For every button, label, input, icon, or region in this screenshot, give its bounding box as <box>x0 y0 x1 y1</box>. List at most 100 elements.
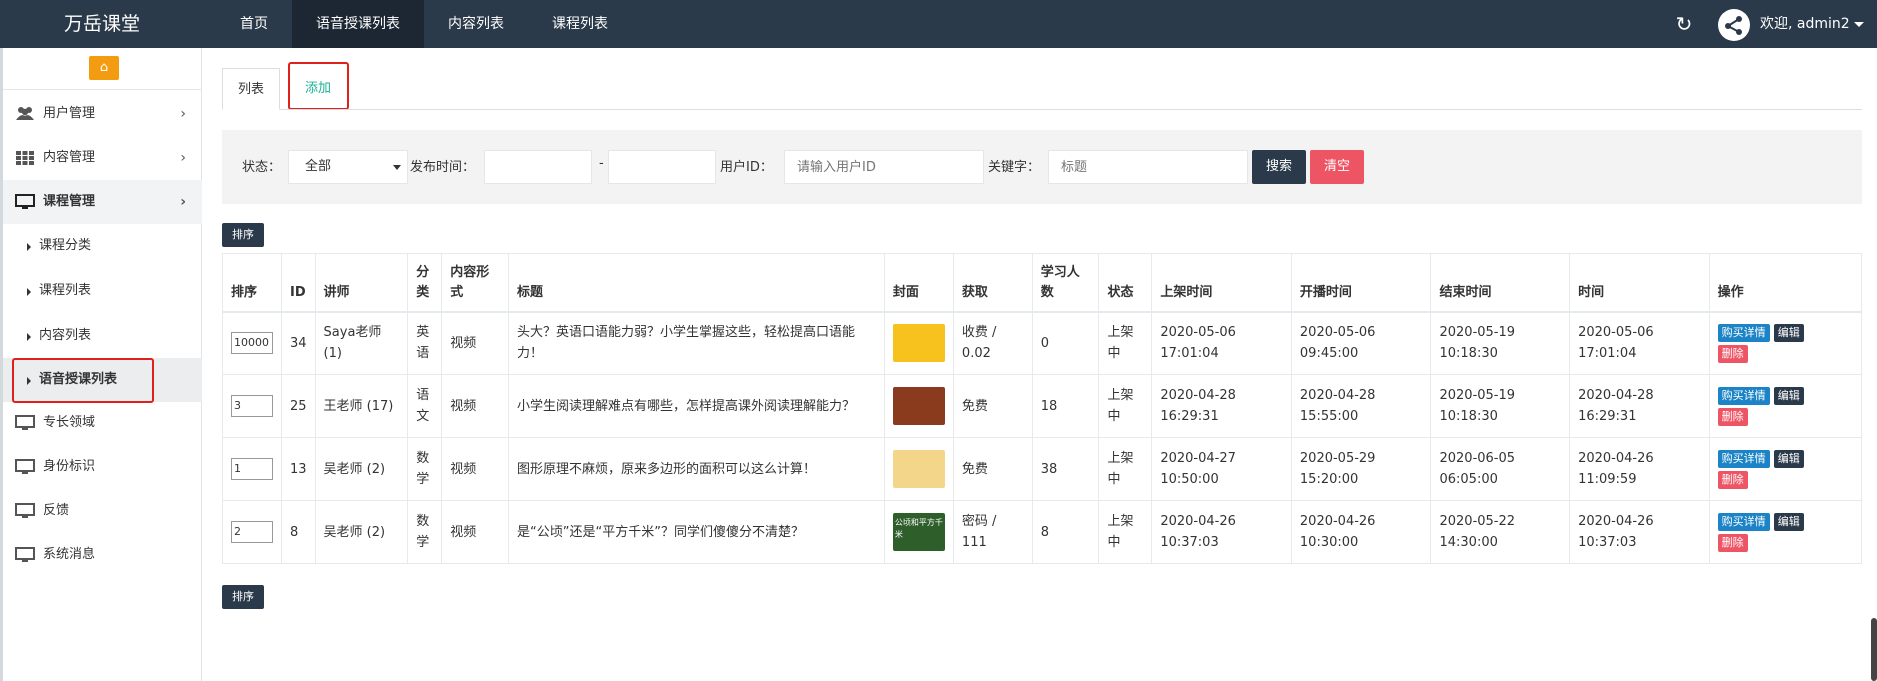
delete-button[interactable]: 删除 <box>1717 408 1748 426</box>
sidebar-subitem-label: 内容列表 <box>39 328 92 343</box>
date-separator: - <box>599 156 604 171</box>
cell-listed: 2020-04-28 16:29:31 <box>1151 374 1292 438</box>
top-navbar: 万岳课堂 首页 语音授课列表 内容列表 课程列表 ↻ 欢迎, admin2 <box>0 0 1877 48</box>
caret-right-icon <box>27 333 31 341</box>
purchase-detail-button[interactable]: 购买详情 <box>1717 387 1770 405</box>
edit-button[interactable]: 编辑 <box>1773 324 1804 343</box>
sidebar-item-label: 内容管理 <box>43 150 96 165</box>
welcome-text: 欢迎, admin2 <box>1760 16 1850 32</box>
delete-button[interactable]: 删除 <box>1717 534 1748 552</box>
edit-button[interactable]: 编辑 <box>1773 513 1804 531</box>
divider <box>3 89 202 90</box>
end-date-input[interactable] <box>608 150 716 184</box>
sort-order-input[interactable]: 10000 <box>231 332 273 355</box>
cell-status: 上架中 <box>1098 437 1153 501</box>
sidebar-subitem-content-list[interactable]: 内容列表 <box>3 314 202 358</box>
cell-end: 2020-05-19 10:18:30 <box>1430 311 1571 375</box>
tab-list[interactable]: 列表 <box>222 68 281 110</box>
user-id-input[interactable] <box>784 150 984 184</box>
filter-bar: 状态： 全部 发布时间： - 用户ID： 关键字： 搜索 清空 <box>222 130 1862 204</box>
col-header-start: 开播时间 <box>1290 253 1432 313</box>
col-header-category: 分类 <box>407 253 443 313</box>
edit-button[interactable]: 编辑 <box>1773 387 1804 405</box>
tab-add[interactable]: 添加 <box>290 68 346 110</box>
cover-thumbnail[interactable] <box>892 450 945 488</box>
cell-teacher: 王老师 (17) <box>314 374 409 438</box>
topnav-content-list[interactable]: 内容列表 <box>424 0 528 48</box>
sort-button-top[interactable]: 排序 <box>222 223 264 247</box>
refresh-icon[interactable]: ↻ <box>1674 12 1694 36</box>
purchase-detail-button[interactable]: 购买详情 <box>1717 450 1770 468</box>
cell-title: 小学生阅读理解难点有哪些，怎样提高课外阅读理解能力？ <box>508 374 885 438</box>
cell-id: 13 <box>281 437 316 501</box>
monitor-icon <box>15 503 35 518</box>
monitor-icon <box>15 459 35 474</box>
cell-category: 数学 <box>407 437 443 501</box>
status-label: 状态： <box>242 160 282 175</box>
cover-thumbnail[interactable] <box>892 324 945 363</box>
sidebar-item-user-management[interactable]: 用户管理 › <box>3 92 202 136</box>
col-header-learners: 学习人数 <box>1031 253 1100 313</box>
home-icon[interactable]: ⌂ <box>89 56 119 80</box>
user-menu[interactable]: 欢迎, admin2 <box>1760 0 1864 48</box>
sidebar-item-course-management[interactable]: 课程管理 › <box>3 180 202 224</box>
user-avatar[interactable] <box>1718 9 1750 41</box>
col-header-time: 时间 <box>1569 253 1710 313</box>
cell-sort: 3 <box>222 374 282 438</box>
edit-button[interactable]: 编辑 <box>1773 450 1804 468</box>
purchase-detail-button[interactable]: 购买详情 <box>1717 324 1770 343</box>
sidebar-item-feedback[interactable]: 反馈 <box>3 489 202 533</box>
cell-title: 图形原理不麻烦，原来多边形的面积可以这么计算！ <box>508 437 885 501</box>
sidebar-item-system-messages[interactable]: 系统消息 <box>3 533 202 577</box>
cell-access: 收费 / 0.02 <box>952 311 1033 375</box>
scrollbar[interactable] <box>1871 618 1877 681</box>
sidebar-item-identity[interactable]: 身份标识 <box>3 445 202 489</box>
sort-button-bottom[interactable]: 排序 <box>222 585 264 609</box>
start-date-input[interactable] <box>484 150 592 184</box>
sidebar-item-content-management[interactable]: 内容管理 › <box>3 136 202 180</box>
cover-thumbnail[interactable] <box>892 387 945 425</box>
cell-title: 头大？英语口语能力弱？小学生掌握这些，轻松提高口语能力！ <box>508 311 885 375</box>
purchase-detail-button[interactable]: 购买详情 <box>1717 513 1770 531</box>
cell-listed: 2020-04-26 10:37:03 <box>1151 500 1292 564</box>
sidebar-item-expertise[interactable]: 专长领域 <box>3 401 202 445</box>
sort-order-input[interactable]: 1 <box>231 458 273 480</box>
cell-access: 密码 / 111 <box>952 500 1033 564</box>
cell-sort: 10000 <box>222 311 282 375</box>
table-row: 10000 34 Saya老师 (1) 英语 视频 头大？英语口语能力弱？小学生掌握这些，… <box>222 311 1863 375</box>
sidebar-subitem-course-list[interactable]: 课程列表 <box>3 269 202 313</box>
cell-ops: 购买详情 编辑删除 <box>1708 500 1863 564</box>
topnav-home[interactable]: 首页 <box>216 0 292 48</box>
cell-start: 2020-04-28 15:55:00 <box>1290 374 1432 438</box>
cell-end: 2020-05-22 14:30:00 <box>1430 500 1571 564</box>
cell-access: 免费 <box>952 374 1033 438</box>
sidebar-subitem-course-category[interactable]: 课程分类 <box>3 224 202 268</box>
sidebar-item-label: 专长领域 <box>43 415 96 430</box>
sort-order-input[interactable]: 2 <box>231 521 273 543</box>
sidebar-item-label: 用户管理 <box>43 106 96 121</box>
cell-learners: 18 <box>1031 374 1100 438</box>
sort-order-input[interactable]: 3 <box>231 395 273 417</box>
cell-ops: 购买详情 编辑删除 <box>1708 437 1863 501</box>
topnav-course-list[interactable]: 课程列表 <box>528 0 632 48</box>
cell-start: 2020-05-29 15:20:00 <box>1290 437 1432 501</box>
cell-form: 视频 <box>441 311 509 375</box>
cell-form: 视频 <box>441 437 509 501</box>
cell-listed: 2020-04-27 10:50:00 <box>1151 437 1292 501</box>
col-header-status: 状态 <box>1098 253 1153 313</box>
brand-logo[interactable]: 万岳课堂 <box>0 0 204 48</box>
tab-bar: 列表 添加 <box>222 68 1862 110</box>
search-button[interactable]: 搜索 <box>1252 150 1306 184</box>
cell-id: 34 <box>281 311 316 375</box>
status-select-value: 全部 <box>305 159 332 174</box>
clear-button[interactable]: 清空 <box>1310 150 1364 184</box>
status-select[interactable]: 全部 <box>288 150 408 184</box>
keyword-input[interactable] <box>1048 150 1248 184</box>
topnav-voice-course-list[interactable]: 语音授课列表 <box>292 0 424 48</box>
delete-button[interactable]: 删除 <box>1717 471 1748 489</box>
col-header-end: 结束时间 <box>1430 253 1571 313</box>
sidebar-item-label: 系统消息 <box>43 547 96 562</box>
delete-button[interactable]: 删除 <box>1717 345 1748 364</box>
cell-title: 是“公顷”还是“平方千米”？同学们傻傻分不清楚？ <box>508 500 885 564</box>
cover-thumbnail[interactable]: 公顷和平方千米 <box>892 513 945 551</box>
